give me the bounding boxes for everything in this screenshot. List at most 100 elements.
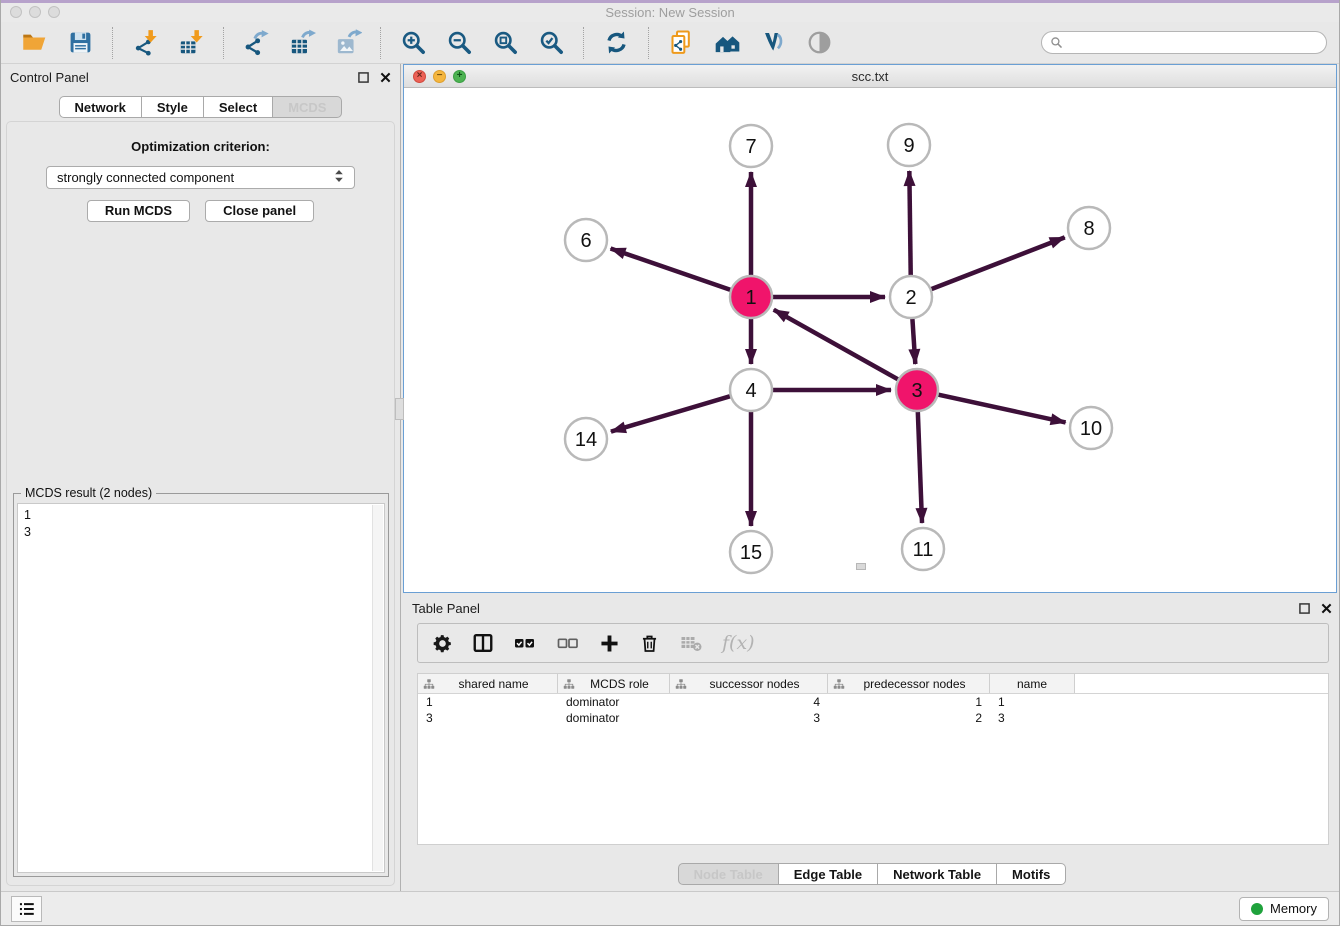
node-9[interactable]: 9 <box>888 124 930 166</box>
function-builder-icon[interactable]: f(x) <box>722 632 755 654</box>
table-row[interactable]: 1dominator411 <box>418 694 1328 710</box>
zoom-in-icon[interactable] <box>392 25 434 61</box>
edge-2-9[interactable] <box>909 171 910 278</box>
search-input[interactable] <box>1069 32 1318 53</box>
column-header-shared-name[interactable]: shared name <box>418 674 558 693</box>
network-maximize-button[interactable]: + <box>453 70 466 83</box>
node-14[interactable]: 14 <box>565 418 607 460</box>
minimize-window-button[interactable] <box>29 6 41 18</box>
svg-text:8: 8 <box>1083 218 1094 240</box>
hierarchy-icon <box>423 678 435 690</box>
new-network-from-selection-icon[interactable] <box>660 25 702 61</box>
cell-predecessor-nodes[interactable]: 1 <box>828 695 990 709</box>
cell-predecessor-nodes[interactable]: 2 <box>828 711 990 725</box>
open-session-icon[interactable] <box>13 25 55 61</box>
column-header-predecessor-nodes[interactable]: predecessor nodes <box>828 674 990 693</box>
mcds-result-area[interactable]: 1 3 <box>17 503 385 873</box>
float-panel-icon[interactable] <box>1299 603 1310 614</box>
memory-button[interactable]: Memory <box>1239 897 1329 921</box>
close-panel-button[interactable]: Close panel <box>205 200 314 222</box>
network-graph[interactable]: 1 2 3 4 6 7 8 9 10 11 14 15 <box>404 88 1336 592</box>
deselect-all-icon[interactable] <box>556 631 580 655</box>
delete-table-icon[interactable] <box>679 631 703 655</box>
tab-motifs[interactable]: Motifs <box>997 863 1066 885</box>
table-row[interactable]: 3dominator323 <box>418 710 1328 726</box>
edge-3-1[interactable] <box>774 310 901 381</box>
close-panel-icon[interactable] <box>380 72 391 83</box>
maximize-window-button[interactable] <box>48 6 60 18</box>
tab-network[interactable]: Network <box>59 96 142 118</box>
node-10[interactable]: 10 <box>1070 407 1112 449</box>
cell-shared-name[interactable]: 1 <box>418 695 558 709</box>
column-header-name[interactable]: name <box>990 674 1075 693</box>
run-mcds-button[interactable]: Run MCDS <box>87 200 190 222</box>
search-field[interactable] <box>1041 31 1327 54</box>
table-panel-header: Table Panel <box>403 595 1340 621</box>
export-network-icon[interactable] <box>235 25 277 61</box>
refresh-view-icon[interactable] <box>595 25 637 61</box>
delete-column-icon[interactable] <box>639 633 660 654</box>
column-header-mcds-role[interactable]: MCDS role <box>558 674 670 693</box>
splitter-handle-vertical[interactable] <box>395 398 404 420</box>
show-columns-icon[interactable] <box>472 632 494 654</box>
node-11[interactable]: 11 <box>902 528 944 570</box>
node-1[interactable]: 1 <box>730 276 772 318</box>
zoom-fit-icon[interactable] <box>484 25 526 61</box>
close-window-button[interactable] <box>10 6 22 18</box>
tab-edge-table[interactable]: Edge Table <box>779 863 878 885</box>
network-window-titlebar[interactable]: scc.txt × − + <box>404 65 1336 88</box>
node-3[interactable]: 3 <box>896 369 938 411</box>
save-session-icon[interactable] <box>59 25 101 61</box>
close-panel-icon[interactable] <box>1321 603 1332 614</box>
svg-text:3: 3 <box>911 380 922 402</box>
tab-node-table[interactable]: Node Table <box>678 863 779 885</box>
task-history-button[interactable] <box>11 896 42 922</box>
criterion-dropdown[interactable]: strongly connected component <box>46 166 355 189</box>
network-minimize-button[interactable]: − <box>433 70 446 83</box>
add-column-icon[interactable] <box>599 633 620 654</box>
select-all-icon[interactable] <box>513 631 537 655</box>
cell-shared-name[interactable]: 3 <box>418 711 558 725</box>
node-2[interactable]: 2 <box>890 276 932 318</box>
edge-3-10[interactable] <box>936 394 1066 422</box>
edge-3-11[interactable] <box>918 409 922 523</box>
tab-mcds[interactable]: MCDS <box>273 96 342 118</box>
node-7[interactable]: 7 <box>730 125 772 167</box>
cell-name[interactable]: 3 <box>990 711 1075 725</box>
cell-name[interactable]: 1 <box>990 695 1075 709</box>
cell-mcds-role[interactable]: dominator <box>558 695 670 709</box>
tab-select[interactable]: Select <box>204 96 273 118</box>
cell-successor-nodes[interactable]: 4 <box>670 695 828 709</box>
home-icon[interactable] <box>706 25 748 61</box>
node-15[interactable]: 15 <box>730 531 772 573</box>
node-4[interactable]: 4 <box>730 369 772 411</box>
zoom-selected-icon[interactable] <box>530 25 572 61</box>
export-table-icon[interactable] <box>281 25 323 61</box>
cell-mcds-role[interactable]: dominator <box>558 711 670 725</box>
table-settings-icon[interactable] <box>432 633 453 654</box>
tab-style[interactable]: Style <box>142 96 204 118</box>
edge-1-6[interactable] <box>611 248 733 290</box>
float-panel-icon[interactable] <box>358 72 369 83</box>
edge-4-14[interactable] <box>611 395 733 431</box>
import-table-icon[interactable] <box>170 25 212 61</box>
splitter-handle-horizontal[interactable] <box>856 563 866 570</box>
zoom-out-icon[interactable] <box>438 25 480 61</box>
result-scrollbar[interactable] <box>372 505 383 871</box>
toggle-view-icon[interactable] <box>798 25 840 61</box>
export-image-icon[interactable] <box>327 25 369 61</box>
node-8[interactable]: 8 <box>1068 207 1110 249</box>
toolbar-separator <box>380 27 381 59</box>
edge-2-8[interactable] <box>929 237 1065 290</box>
network-close-button[interactable]: × <box>413 70 426 83</box>
apply-vizmap-icon[interactable] <box>752 25 794 61</box>
edge-2-3[interactable] <box>912 316 915 364</box>
node-6[interactable]: 6 <box>565 219 607 261</box>
column-header-successor-nodes[interactable]: successor nodes <box>670 674 828 693</box>
cell-successor-nodes[interactable]: 3 <box>670 711 828 725</box>
tab-network-table[interactable]: Network Table <box>878 863 997 885</box>
network-canvas[interactable]: 1 2 3 4 6 7 8 9 10 11 14 15 <box>404 88 1336 592</box>
svg-text:4: 4 <box>745 380 756 402</box>
hierarchy-icon <box>563 678 575 690</box>
import-network-icon[interactable] <box>124 25 166 61</box>
